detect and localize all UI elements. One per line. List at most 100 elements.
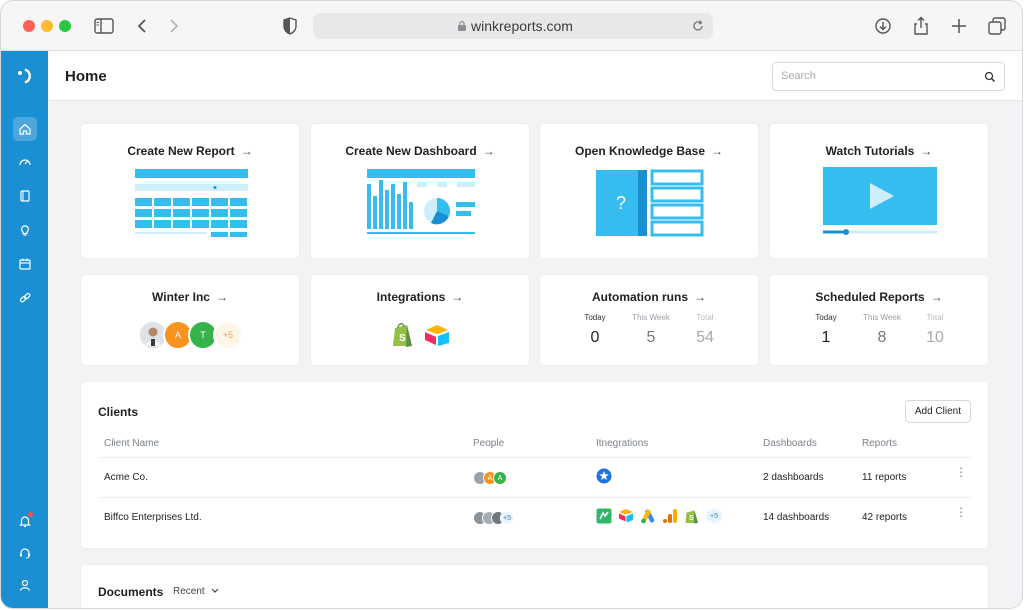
nav-reports[interactable] — [13, 184, 37, 208]
airtable-icon[interactable] — [618, 508, 634, 524]
report-count[interactable]: 11 reports — [862, 472, 906, 483]
search-input[interactable]: Search — [772, 62, 1005, 91]
nav-integrations[interactable] — [13, 286, 37, 310]
client-name[interactable]: Acme Co. — [104, 472, 148, 483]
svg-text:S: S — [689, 515, 694, 522]
integrations-card[interactable]: Integrations → S — [311, 275, 529, 365]
more-integrations-badge[interactable]: +5 — [706, 509, 722, 523]
row-menu-kebab-icon[interactable]: ⋮ — [955, 466, 967, 484]
card-title: Automation runs → — [592, 290, 706, 304]
dashboard-illustration-icon — [367, 169, 475, 234]
column-header-reports[interactable]: Reports — [862, 438, 897, 449]
section-title: Clients — [98, 405, 139, 419]
book-icon — [20, 190, 30, 202]
sidebar-toggle-icon[interactable] — [93, 15, 115, 37]
documents-section: Documents Recent — [81, 565, 988, 608]
table-row[interactable]: Biffco Enterprises Ltd. +5 S +5 14 dashb… — [98, 497, 971, 537]
client-name[interactable]: Biffco Enterprises Ltd. — [104, 512, 202, 523]
stat-value-total: 10 — [926, 329, 944, 346]
calendar-icon — [19, 258, 31, 270]
share-icon[interactable] — [910, 15, 932, 37]
nav-profile[interactable] — [13, 573, 37, 597]
avatar-more-count: +5 — [500, 511, 514, 525]
lock-icon — [458, 20, 466, 31]
documents-filter-dropdown[interactable]: Recent — [173, 586, 219, 597]
nav-support[interactable] — [13, 541, 37, 565]
green-app-icon[interactable] — [596, 508, 612, 524]
stat-label-week: This Week — [632, 313, 670, 322]
google-analytics-icon[interactable] — [662, 508, 678, 524]
app-sidebar — [1, 51, 48, 608]
column-header-dashboards[interactable]: Dashboards — [763, 438, 817, 449]
watch-tutorials-card[interactable]: Watch Tutorials → — [770, 124, 988, 258]
arrow-right-icon: → — [711, 144, 724, 158]
card-title: Scheduled Reports → — [815, 290, 943, 304]
nav-schedule[interactable] — [13, 252, 37, 276]
new-tab-plus-icon[interactable] — [948, 15, 970, 37]
add-client-button[interactable]: Add Client — [904, 400, 971, 423]
avatar-more-count: +5 — [222, 330, 234, 340]
stat-value-today: 0 — [590, 329, 600, 346]
knowledge-base-illustration-icon: ? — [596, 169, 704, 237]
nav-home[interactable] — [13, 117, 37, 141]
dashboard-count[interactable]: 14 dashboards — [763, 512, 829, 523]
browser-toolbar: winkreports.com — [1, 1, 1022, 51]
stat-label-total: Total — [926, 313, 944, 322]
card-title: Open Knowledge Base → — [574, 144, 724, 158]
svg-text:?: ? — [616, 193, 626, 213]
create-dashboard-card[interactable]: Create New Dashboard → — [311, 124, 529, 258]
avatar-more[interactable]: +5 — [213, 320, 243, 350]
forward-arrow-icon[interactable] — [162, 15, 184, 37]
shopify-icon[interactable]: S — [684, 508, 700, 524]
download-icon[interactable] — [872, 15, 894, 37]
zapier-icon[interactable] — [596, 468, 612, 484]
card-title: Winter Inc → — [152, 290, 228, 304]
row-menu-kebab-icon[interactable]: ⋮ — [955, 506, 967, 524]
tab-overview-icon[interactable] — [986, 15, 1008, 37]
video-illustration-icon — [823, 167, 937, 235]
report-count[interactable]: 42 reports — [862, 512, 907, 523]
table-row[interactable]: Acme Co. A A 2 dashboards 11 reports ⋮ — [98, 457, 971, 497]
nav-notifications[interactable] — [13, 509, 37, 533]
page-title: Home — [65, 68, 107, 85]
dashboard-count[interactable]: 2 dashboards — [763, 472, 824, 483]
automation-runs-card[interactable]: Automation runs → Today This Week Total 0… — [540, 275, 758, 365]
google-ads-icon[interactable] — [640, 508, 656, 524]
airtable-icon[interactable] — [423, 323, 451, 347]
nav-dashboards[interactable] — [13, 150, 37, 174]
back-arrow-icon[interactable] — [132, 15, 154, 37]
column-header-client-name[interactable]: Client Name — [104, 438, 159, 449]
avatar-initial: A — [174, 330, 181, 340]
dashboard-gauge-icon — [19, 159, 31, 166]
reload-icon[interactable] — [691, 19, 705, 33]
address-bar[interactable]: winkreports.com — [313, 13, 713, 39]
privacy-shield-icon[interactable] — [279, 15, 301, 37]
card-title: Integrations → — [376, 290, 464, 304]
avatar-initial: T — [200, 330, 206, 340]
arrow-right-icon: → — [482, 144, 495, 158]
column-header-people[interactable]: People — [473, 438, 504, 449]
column-header-integrations[interactable]: Itnegrations — [596, 438, 648, 449]
maximize-window-button[interactable] — [59, 20, 71, 32]
stat-value-total: 54 — [696, 329, 714, 346]
shopify-icon[interactable]: S — [391, 321, 415, 348]
create-report-card[interactable]: Create New Report → — [81, 124, 299, 258]
scheduled-reports-card[interactable]: Scheduled Reports → Today This Week Total… — [770, 275, 988, 365]
minimize-window-button[interactable] — [41, 20, 53, 32]
section-title: Documents — [98, 585, 164, 599]
stat-label-today: Today — [584, 313, 606, 322]
clients-section: Clients Add Client Client Name People It… — [81, 382, 988, 548]
avatar-initial: A — [493, 471, 507, 485]
winter-inc-card[interactable]: Winter Inc → A T +5 — [81, 275, 299, 365]
nav-insights[interactable] — [13, 218, 37, 242]
card-title: Create New Dashboard → — [345, 144, 495, 158]
search-icon[interactable] — [984, 71, 996, 83]
stat-label-week: This Week — [863, 313, 901, 322]
winkreports-logo-icon[interactable] — [15, 67, 35, 85]
knowledge-base-card[interactable]: Open Knowledge Base → ? — [540, 124, 758, 258]
arrow-right-icon: → — [451, 290, 464, 304]
stat-label-total: Total — [696, 313, 714, 322]
close-window-button[interactable] — [23, 20, 35, 32]
card-title: Watch Tutorials → — [825, 144, 933, 158]
svg-text:S: S — [399, 333, 406, 344]
